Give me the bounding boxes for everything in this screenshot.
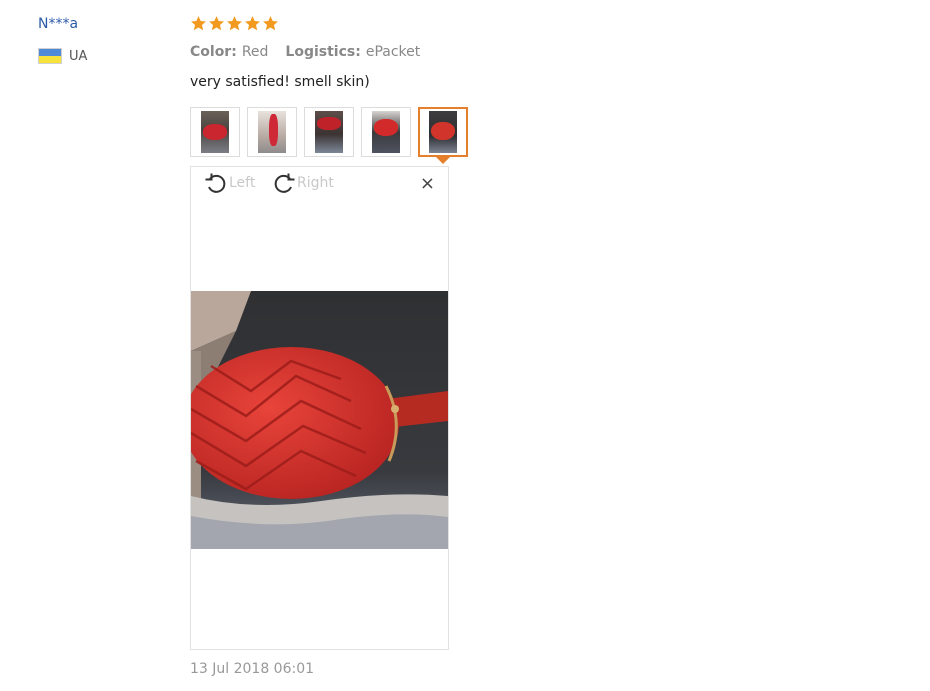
rotate-right-label: Right (297, 175, 334, 191)
color-label: Color: (190, 44, 237, 60)
rotate-right-icon (274, 173, 295, 193)
star-icon (245, 16, 260, 31)
logistics-label: Logistics: (285, 44, 361, 60)
review-text: very satisfied! smell skin) (190, 74, 370, 90)
photo-thumbnail[interactable] (190, 107, 240, 157)
star-rating (190, 15, 279, 32)
red-belt-bag-photo (191, 291, 448, 549)
logistics-value: ePacket (365, 44, 421, 60)
country-code: UA (69, 48, 88, 64)
photo-thumbnail[interactable] (304, 107, 354, 157)
star-icon (227, 16, 242, 31)
photo-thumbnail[interactable] (361, 107, 411, 157)
order-attributes: Color: Red Logistics: ePacket (190, 44, 420, 60)
flag-ua-icon (38, 48, 62, 64)
review-item: N***a UA Color: Red Logistics: ePacket v… (0, 0, 930, 691)
rotate-left-icon (205, 173, 226, 193)
review-date: 13 Jul 2018 06:01 (190, 661, 315, 677)
reviewer-country: UA (38, 48, 87, 64)
photo-thumbnail[interactable] (247, 107, 297, 157)
color-value: Red (241, 44, 269, 60)
rotate-left-label: Left (229, 175, 256, 191)
photo-thumbnail-selected[interactable] (418, 107, 468, 164)
rotate-left-button[interactable]: Left (203, 170, 255, 196)
star-icon (191, 16, 206, 31)
review-photo-large (191, 291, 448, 549)
star-icon (263, 16, 278, 31)
star-icon (209, 16, 224, 31)
reviewer-name: N***a (38, 16, 79, 32)
photo-viewer: Left Right × (190, 166, 449, 650)
rotate-right-button[interactable]: Right (271, 170, 334, 196)
close-icon[interactable]: × (420, 173, 435, 194)
photo-thumbnails (190, 107, 468, 164)
